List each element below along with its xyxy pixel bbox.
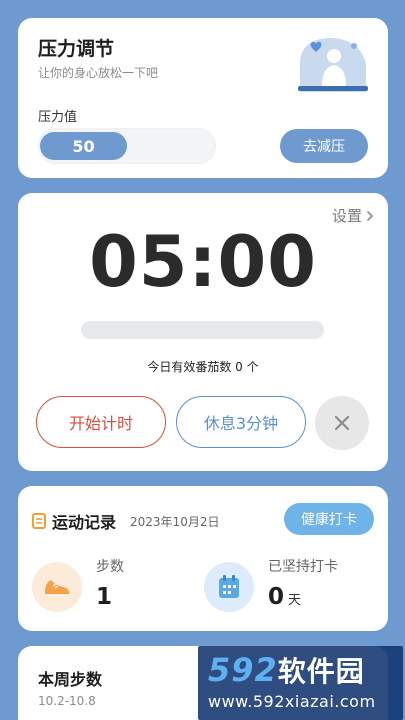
weekly-steps-title: 本周步数 xyxy=(38,670,103,689)
stress-slider-fill[interactable]: 50 xyxy=(40,132,127,160)
calendar-icon xyxy=(204,562,254,612)
streak-unit: 天 xyxy=(288,593,302,608)
close-button[interactable] xyxy=(315,396,369,450)
stress-value: 50 xyxy=(72,136,95,156)
health-checkin-button[interactable]: 健康打卡 xyxy=(284,503,374,535)
streak-value: 0 xyxy=(268,584,285,610)
timer-card: 设置 05:00 今日有效番茄数 0 个 开始计时 休息3分钟 xyxy=(18,193,388,471)
shoe-icon xyxy=(32,562,82,612)
exercise-date: 2023年10月2日 xyxy=(130,514,220,529)
streak-text: 已坚持打卡 0天 xyxy=(268,556,338,610)
stress-card: 压力调节 让你的身心放松一下吧 压力值 50 去减压 xyxy=(18,18,388,178)
timer-display: 05:00 xyxy=(89,221,317,303)
steps-stat: 步数 1 xyxy=(32,556,124,612)
tomato-count: 今日有效番茄数 0 个 xyxy=(147,360,259,374)
stress-subtitle: 让你的身心放松一下吧 xyxy=(38,66,159,80)
streak-value-row: 0天 xyxy=(268,584,338,610)
stress-value-label: 压力值 xyxy=(38,110,78,125)
watermark-text: 软件园 xyxy=(277,655,365,688)
reduce-stress-button[interactable]: 去减压 xyxy=(280,129,368,163)
steps-value: 1 xyxy=(96,584,113,610)
exercise-header: 运动记录 2023年10月2日 xyxy=(32,509,219,533)
stress-title: 压力调节 xyxy=(38,38,115,60)
stress-slider[interactable]: 50 xyxy=(38,128,216,164)
timer-progress-bar xyxy=(81,321,324,339)
document-icon xyxy=(32,513,46,529)
weekly-steps-range: 10.2-10.8 xyxy=(38,694,96,708)
chevron-right-icon xyxy=(366,210,374,221)
watermark-title: 592软件园 xyxy=(208,652,395,690)
steps-text: 步数 1 xyxy=(96,556,124,610)
close-icon xyxy=(334,415,350,431)
start-timer-button[interactable]: 开始计时 xyxy=(36,396,166,448)
exercise-card: 运动记录 2023年10月2日 健康打卡 步数 1 已坚持打卡 0 天 xyxy=(18,486,388,631)
streak-label: 已坚持打卡 xyxy=(268,559,338,575)
steps-label: 步数 xyxy=(96,559,124,575)
watermark-url: www.592xiazai.com xyxy=(208,692,376,711)
watermark-number: 592 xyxy=(208,651,278,689)
watermark-logo: 592软件园 www.592xiazai.com xyxy=(198,646,403,720)
rest-button[interactable]: 休息3分钟 xyxy=(176,396,306,448)
relaxing-person-icon xyxy=(298,38,368,92)
streak-stat: 已坚持打卡 0天 xyxy=(204,556,338,612)
exercise-title: 运动记录 xyxy=(52,513,117,532)
